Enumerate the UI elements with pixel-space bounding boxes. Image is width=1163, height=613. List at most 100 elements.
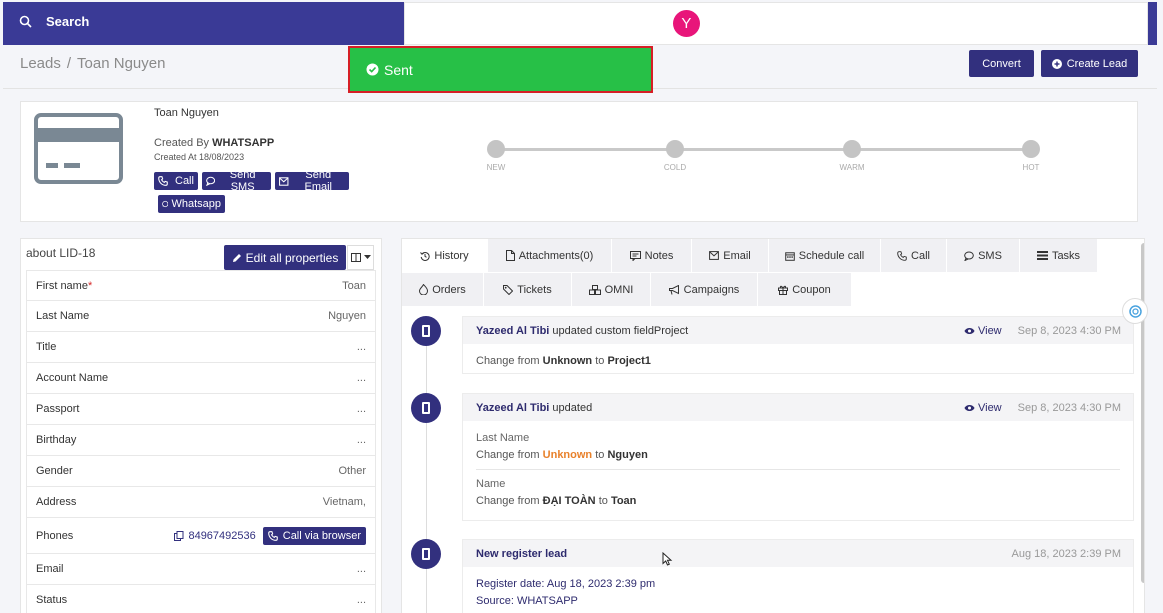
tab-coupon[interactable]: Coupon	[758, 273, 852, 307]
note-icon	[629, 250, 641, 261]
columns-dropdown[interactable]	[347, 245, 374, 270]
stage-warm[interactable]: WARM	[822, 140, 882, 172]
tab-sms[interactable]: SMS	[947, 239, 1020, 273]
property-row-address[interactable]: Address Vietnam,	[26, 487, 376, 518]
call-via-browser-label: Call via browser	[282, 529, 361, 542]
property-row-status[interactable]: Status...	[26, 585, 376, 613]
tab-schedule-call[interactable]: Schedule call	[769, 239, 881, 273]
property-key: Phones	[36, 529, 74, 542]
call-nav-button[interactable]: Call	[602, 3, 663, 44]
envelope-icon	[709, 251, 720, 260]
property-row-account-name[interactable]: Account Name...	[26, 363, 376, 394]
user-avatar[interactable]: Y	[672, 10, 700, 37]
created-by-prefix: Created By	[154, 137, 210, 149]
property-value: ...	[356, 403, 366, 415]
create-lead-label: Create Lead	[1066, 57, 1128, 70]
property-row-last-name[interactable]: Last Name Nguyen	[26, 301, 376, 332]
history-entry-title: New register lead	[476, 548, 567, 560]
tab-label: OMNI	[604, 283, 634, 296]
tab-history[interactable]: History	[402, 239, 488, 273]
create-button[interactable]: Create	[473, 3, 554, 44]
history-actor[interactable]: Yazeed Al Tibi	[476, 402, 549, 414]
reports-button[interactable]	[439, 3, 473, 44]
tab-tasks[interactable]: Tasks	[1020, 239, 1098, 273]
search-box[interactable]: Search	[19, 14, 89, 29]
pencil-icon	[232, 253, 241, 262]
view-link[interactable]: View	[964, 402, 1002, 414]
tab-label: Coupon	[792, 283, 831, 296]
send-email-button[interactable]: Send Email	[275, 169, 349, 193]
history-entry-title: Yazeed Al Tibi updated custom fieldProje…	[476, 325, 688, 337]
sent-toast: Sent	[348, 46, 653, 93]
tab-omni[interactable]: OMNI	[572, 273, 651, 307]
assistant-button[interactable]	[1122, 298, 1148, 324]
tab-label: Notes	[644, 249, 674, 262]
call-via-browser-button[interactable]: Call via browser	[262, 526, 366, 545]
history-entry-title: Yazeed Al Tibi updated	[476, 402, 592, 414]
activity-scrollbar[interactable]	[1141, 243, 1144, 583]
whatsapp-button[interactable]: Whatsapp	[158, 195, 225, 213]
phone-number: 84967492536	[188, 529, 256, 542]
stage-new[interactable]: NEW	[466, 140, 526, 172]
change-line: Change from Unknown to Project1	[476, 355, 1120, 367]
gift-icon	[778, 285, 789, 295]
stage-hot[interactable]: HOT	[1001, 140, 1061, 172]
stage-dot	[487, 140, 505, 158]
property-row-title[interactable]: Title...	[26, 332, 376, 363]
property-row-gender[interactable]: Gender Other	[26, 456, 376, 487]
breadcrumb-leads-link[interactable]: Leads	[20, 55, 61, 72]
tab-attachments[interactable]: Attachments(0)	[488, 239, 612, 273]
tab-notes[interactable]: Notes	[612, 239, 692, 273]
history-entry-body: Last Name Change from Unknown to Nguyen …	[463, 421, 1133, 518]
property-row-passport[interactable]: Passport...	[26, 394, 376, 425]
property-key: Birthday	[36, 434, 77, 446]
property-row-first-name[interactable]: First name* Toan	[26, 270, 376, 301]
pipeline-line	[496, 148, 1036, 151]
property-value: ...	[356, 341, 366, 353]
view-link[interactable]: View	[964, 325, 1002, 337]
device-icon	[422, 325, 430, 337]
register-date: Register date: Aug 18, 2023 2:39 pm	[476, 578, 656, 590]
phone-icon	[897, 250, 907, 261]
change-to: Project1	[607, 355, 651, 367]
toast-text: Sent	[384, 61, 413, 78]
notifications-button[interactable]	[564, 3, 598, 44]
history-action: updated custom fieldProject	[552, 324, 689, 337]
history-actor[interactable]: Yazeed Al Tibi	[476, 325, 549, 337]
history-entry-header: Yazeed Al Tibi updated View Sep 8, 2023 …	[463, 394, 1133, 421]
convert-button[interactable]: Convert	[969, 50, 1034, 77]
property-row-birthday[interactable]: Birthday...	[26, 425, 376, 456]
change-line: Change from ĐẠI TOÀN to Toan	[476, 495, 1120, 507]
create-lead-button[interactable]: Create Lead	[1041, 50, 1138, 77]
property-row-phones[interactable]: Phones 84967492536 Call via browser	[26, 518, 376, 554]
property-key: Account Name	[36, 372, 109, 384]
stage-cold[interactable]: COLD	[645, 140, 705, 172]
property-row-email[interactable]: Email...	[26, 554, 376, 585]
timeline-marker	[411, 393, 441, 423]
change-field: Last Name	[476, 432, 530, 444]
call-button[interactable]: Call	[154, 172, 198, 190]
edit-all-properties-button[interactable]: Edit all properties	[224, 245, 346, 270]
tab-label: Campaigns	[683, 283, 740, 296]
phone-icon	[158, 176, 168, 186]
breadcrumb-current: Toan Nguyen	[77, 55, 166, 72]
properties-scrollbar[interactable]	[381, 241, 382, 461]
tab-orders[interactable]: Orders	[402, 273, 484, 307]
caret-down-icon	[363, 255, 371, 259]
tab-campaigns[interactable]: Campaigns	[651, 273, 758, 307]
property-key: Gender	[36, 465, 73, 477]
tab-call[interactable]: Call	[881, 239, 947, 273]
tab-label: Orders	[432, 283, 466, 296]
phone-icon	[610, 16, 624, 31]
ticket-icon	[503, 284, 514, 295]
search-label: Search	[46, 14, 90, 29]
properties-title: about LID-18	[26, 246, 96, 260]
change-prefix: Change from	[476, 355, 540, 367]
stage-label: HOT	[1022, 163, 1040, 172]
tab-email[interactable]: Email	[692, 239, 769, 273]
send-sms-button[interactable]: Send SMS	[202, 169, 271, 193]
calendar-button[interactable]	[405, 3, 439, 44]
history-entry: Yazeed Al Tibi updated View Sep 8, 2023 …	[462, 393, 1134, 521]
copy-icon[interactable]	[174, 530, 184, 541]
tab-tickets[interactable]: Tickets	[484, 273, 572, 307]
